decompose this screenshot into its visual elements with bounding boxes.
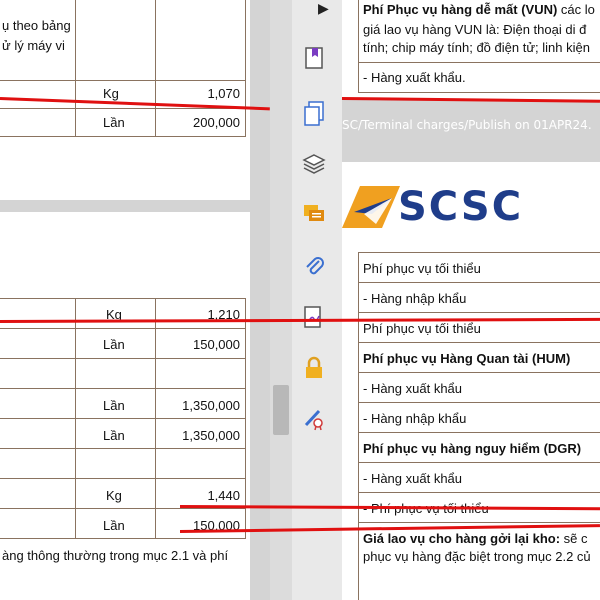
table-border	[155, 0, 156, 137]
table-border	[358, 282, 600, 283]
pages-icon[interactable]	[300, 100, 328, 128]
table-border	[358, 62, 600, 63]
table-border	[358, 92, 600, 93]
table-border	[0, 478, 246, 479]
table-border	[0, 538, 246, 539]
table-border	[0, 328, 246, 329]
table-border	[0, 108, 246, 109]
left-document-pane[interactable]: ụ theo bảng ử lý máy vi Kg 1,070 Lần 200…	[0, 0, 270, 600]
table-cell-text: ử lý máy vi	[2, 38, 65, 53]
table-row: Phí phục vụ tối thiểu	[363, 321, 481, 336]
table-border	[358, 252, 600, 253]
table-border	[245, 0, 246, 137]
unit-cell: Lần	[103, 518, 125, 533]
section-heading-tail: các lo	[557, 2, 595, 17]
table-border	[0, 448, 246, 449]
table-border	[358, 522, 600, 523]
comment-icon[interactable]	[300, 200, 328, 228]
price-cell: 150,000	[193, 337, 240, 352]
scsc-logo: SCSC	[342, 180, 521, 230]
table-row-heading: Phí phục vụ hàng nguy hiểm (DGR)	[363, 441, 582, 456]
table-border	[358, 252, 359, 600]
storage-description: phục vụ hàng đặc biệt trong mục 2.2 củ	[363, 549, 591, 564]
layers-icon[interactable]	[300, 150, 328, 178]
table-border	[358, 432, 600, 433]
description-line: tính; chip máy tính; đồ điện tử; linh ki…	[363, 40, 590, 55]
scrollbar-thumb[interactable]	[273, 385, 289, 435]
right-page-2: SCSC Phí phục vụ tối thiểu - Hàng nhập k…	[342, 162, 600, 600]
unit-cell: Lần	[103, 337, 125, 352]
table-border	[0, 80, 246, 81]
table-border	[0, 298, 246, 299]
price-cell: 1,350,000	[182, 428, 240, 443]
table-row-heading: Phí phục vụ Hàng Quan tài (HUM)	[363, 351, 571, 366]
left-page-2: Kg 1,210 Lần 150,000 Lần 1,350,000 Lần 1…	[0, 212, 250, 600]
logo-text: SCSC	[398, 184, 524, 230]
unit-cell: Lần	[103, 115, 125, 130]
scrollbar-track[interactable]	[270, 0, 292, 600]
side-toolbar: ▶	[270, 0, 342, 600]
certificate-icon[interactable]	[300, 404, 328, 432]
table-row: - Hàng nhập khẩu	[363, 291, 467, 306]
table-border	[358, 372, 600, 373]
table-border	[0, 358, 246, 359]
page-header-text: SC/Terminal charges/Publish on 01APR24.	[342, 118, 592, 132]
table-row: - Hàng xuất khẩu	[363, 381, 463, 396]
lock-icon[interactable]	[300, 354, 328, 382]
unit-cell: Lần	[103, 428, 125, 443]
storage-heading-tail: sẽ c	[560, 531, 588, 546]
right-page-1: Phí Phục vụ hàng dễ mất (VUN) các lo giá…	[342, 0, 600, 100]
table-border	[75, 0, 76, 137]
price-cell: 1,440	[207, 488, 240, 503]
table-border	[358, 342, 600, 343]
table-row: Phí phục vụ tối thiểu	[363, 261, 481, 276]
unit-cell: Lần	[103, 398, 125, 413]
description-line: giá lao vụ hàng VUN là: Điện thoại di đ	[363, 22, 587, 37]
table-row: - Hàng nhập khẩu	[363, 411, 467, 426]
price-cell: 200,000	[193, 115, 240, 130]
table-border	[0, 418, 246, 419]
table-border	[358, 312, 600, 313]
unit-cell: Kg	[103, 86, 119, 101]
price-cell: 1,350,000	[182, 398, 240, 413]
table-border	[358, 402, 600, 403]
bookmark-icon[interactable]	[300, 44, 328, 72]
table-border	[0, 388, 246, 389]
footer-text: àng thông thường trong mục 2.1 và phí	[2, 548, 229, 563]
table-border	[358, 462, 600, 463]
table-cell-text: ụ theo bảng	[2, 18, 71, 33]
table-border	[358, 492, 600, 493]
price-cell: 1,070	[207, 86, 240, 101]
attachment-icon[interactable]	[300, 252, 328, 280]
expand-arrow-icon[interactable]: ▶	[318, 0, 329, 17]
table-row: - Hàng xuất khẩu.	[363, 70, 466, 85]
table-border	[358, 0, 359, 93]
storage-heading: Giá lao vụ cho hàng gởi lại kho:	[363, 531, 561, 546]
table-row: - Hàng xuất khẩu	[363, 471, 463, 486]
section-heading: Phí Phục vụ hàng dễ mất (VUN)	[363, 2, 558, 17]
unit-cell: Kg	[106, 488, 122, 503]
table-border	[0, 136, 246, 137]
